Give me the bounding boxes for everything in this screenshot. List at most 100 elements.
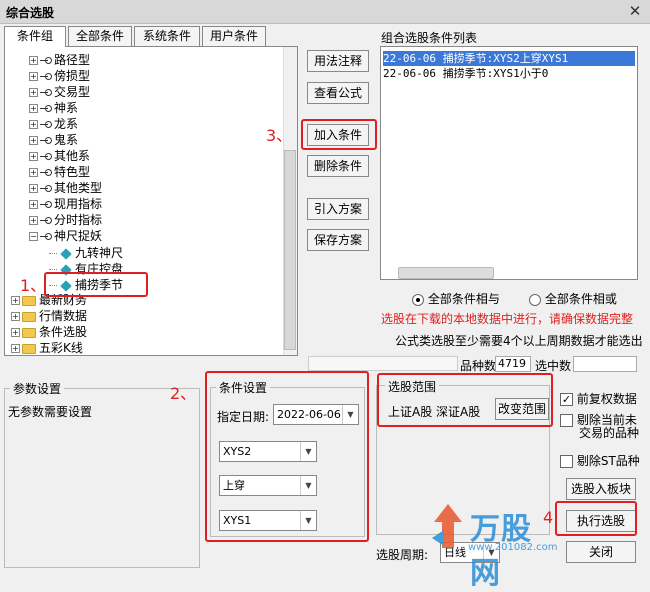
expand-icon[interactable]: + — [11, 312, 20, 321]
arrow-logo-icon — [432, 504, 462, 548]
formula-gem-icon — [60, 247, 72, 260]
formula-icon — [40, 168, 52, 177]
collapse-icon[interactable]: − — [29, 232, 38, 241]
tree-item[interactable]: + 分时指标 — [29, 212, 102, 228]
tree-folder-label: 条件选股 — [39, 325, 88, 339]
exclude-st-checkbox[interactable]: 剔除ST品种 — [560, 452, 640, 469]
delete-condition-button[interactable]: 删除条件 — [307, 155, 369, 177]
checkbox-checked-icon[interactable]: ✓ — [560, 393, 573, 406]
expand-icon[interactable]: + — [11, 296, 20, 305]
tree-item-label: 路径型 — [54, 53, 91, 67]
formula-icon — [40, 232, 52, 241]
checkbox-label: 前复权数据 — [576, 392, 637, 406]
annotation-box-3 — [301, 119, 377, 150]
expand-icon[interactable]: + — [29, 184, 38, 193]
tab-condition-group[interactable]: 条件组 — [4, 26, 66, 47]
expand-icon[interactable]: + — [29, 200, 38, 209]
annotation-label-1: 1、 — [20, 276, 47, 295]
tree-item[interactable]: + 交易型 — [29, 84, 90, 100]
radio-all-or[interactable]: 全部条件相或 — [529, 290, 617, 307]
tree-item[interactable]: + 现用指标 — [29, 196, 102, 212]
close-button[interactable]: 关闭 — [566, 541, 636, 563]
condition-tree[interactable]: + 路径型 + 傍损型 + 交易型 + 神系 + 龙系 + 鬼系 + 其他系 + 特色型 + 其他… — [4, 46, 298, 356]
radio-icon[interactable] — [529, 293, 541, 306]
formula-icon — [40, 72, 52, 81]
tree-item[interactable]: + 龙系 — [29, 116, 78, 132]
expand-icon[interactable]: + — [29, 152, 38, 161]
period-label: 选股周期: — [376, 548, 429, 562]
tree-item[interactable]: + 神系 — [29, 100, 78, 116]
condition-list-title: 组合选股条件列表 — [381, 31, 478, 45]
tree-item-label: 现用指标 — [54, 197, 103, 211]
formula-icon — [40, 216, 52, 225]
radio-all-and[interactable]: 全部条件相与 — [412, 290, 500, 307]
annotation-label-3: 3、 — [266, 126, 293, 145]
tree-folder[interactable]: + 条件选股 — [11, 324, 87, 340]
view-formula-button[interactable]: 查看公式 — [307, 82, 369, 104]
annotation-box-2 — [205, 371, 369, 542]
tree-item[interactable]: + 路径型 — [29, 52, 90, 68]
list-item[interactable]: 22-06-06 捕捞季节:XYS1小于0 — [383, 66, 548, 81]
tree-item-label: 特色型 — [54, 165, 91, 179]
tree-item[interactable]: + 傍损型 — [29, 68, 90, 84]
tree-item-label: 鬼系 — [54, 133, 79, 147]
tree-item-label: 龙系 — [54, 117, 79, 131]
condition-list[interactable]: 22-06-06 捕捞季节:XYS2上穿XYS1 22-06-06 捕捞季节:X… — [380, 46, 638, 280]
progress-bar — [308, 356, 458, 371]
tab-system-conditions[interactable]: 系统条件 — [134, 26, 200, 46]
close-icon[interactable]: ✕ — [626, 2, 644, 20]
save-plan-button[interactable]: 保存方案 — [307, 229, 369, 251]
tree-item-label: 傍损型 — [54, 69, 91, 83]
tree-scrollbar-thumb[interactable] — [284, 150, 296, 350]
expand-icon[interactable]: + — [29, 216, 38, 225]
tree-item-label: 其他类型 — [54, 181, 103, 195]
tree-folder[interactable]: + 五彩K线 — [11, 340, 83, 355]
folder-icon — [22, 327, 36, 338]
list-item[interactable]: 22-06-06 捕捞季节:XYS2上穿XYS1 — [383, 51, 635, 66]
expand-icon[interactable]: + — [29, 56, 38, 65]
radio-label: 全部条件相或 — [544, 292, 617, 306]
exclude-untraded-label-line2: 交易的品种 — [579, 426, 640, 440]
usage-notes-button[interactable]: 用法注释 — [307, 50, 369, 72]
watermark-logo: 万股网 www.201082.com — [428, 500, 558, 591]
expand-icon[interactable]: + — [29, 88, 38, 97]
tree-folder-label: 行情数据 — [39, 309, 88, 323]
folder-icon — [22, 311, 36, 322]
expand-icon[interactable]: + — [11, 344, 20, 353]
tree-folder[interactable]: + 行情数据 — [11, 308, 87, 324]
list-horizontal-scrollbar[interactable] — [398, 267, 494, 279]
tree-item[interactable]: + 其他系 — [29, 148, 90, 164]
tree-item[interactable]: + 鬼系 — [29, 132, 78, 148]
expand-icon[interactable]: + — [29, 136, 38, 145]
prev-rights-checkbox[interactable]: ✓ 前复权数据 — [560, 390, 637, 407]
tree-child[interactable]: 九转神尺 — [49, 245, 123, 261]
expand-icon[interactable]: + — [29, 120, 38, 129]
checkbox-icon[interactable] — [560, 455, 573, 468]
formula-icon — [40, 136, 52, 145]
params-text: 无参数需要设置 — [8, 405, 93, 419]
expand-icon[interactable]: + — [29, 168, 38, 177]
tab-all-conditions[interactable]: 全部条件 — [68, 26, 132, 46]
expand-icon[interactable]: + — [29, 72, 38, 81]
expand-icon[interactable]: + — [11, 328, 20, 337]
import-plan-button[interactable]: 引入方案 — [307, 198, 369, 220]
radio-selected-icon[interactable] — [412, 293, 424, 306]
tree-item[interactable]: + 特色型 — [29, 164, 90, 180]
tree-item-label: 分时指标 — [54, 213, 103, 227]
annotation-box-range — [377, 373, 553, 427]
watermark-url: www.201082.com — [468, 542, 558, 553]
tree-item[interactable]: + 其他类型 — [29, 180, 102, 196]
add-to-block-button[interactable]: 选股入板块 — [566, 478, 636, 500]
formula-icon — [40, 152, 52, 161]
checkbox-icon[interactable] — [560, 414, 573, 427]
formula-icon — [40, 184, 52, 193]
folder-icon — [22, 343, 36, 354]
annotation-label-2: 2、 — [170, 384, 197, 403]
annotation-box-1 — [44, 272, 148, 297]
radio-label: 全部条件相与 — [427, 292, 500, 306]
tree-item-label: 神系 — [54, 101, 79, 115]
tab-user-conditions[interactable]: 用户条件 — [202, 26, 266, 46]
tree-item-expanded[interactable]: − 神尺捉妖 — [29, 228, 102, 244]
tree-child-label: 九转神尺 — [75, 246, 124, 260]
expand-icon[interactable]: + — [29, 104, 38, 113]
